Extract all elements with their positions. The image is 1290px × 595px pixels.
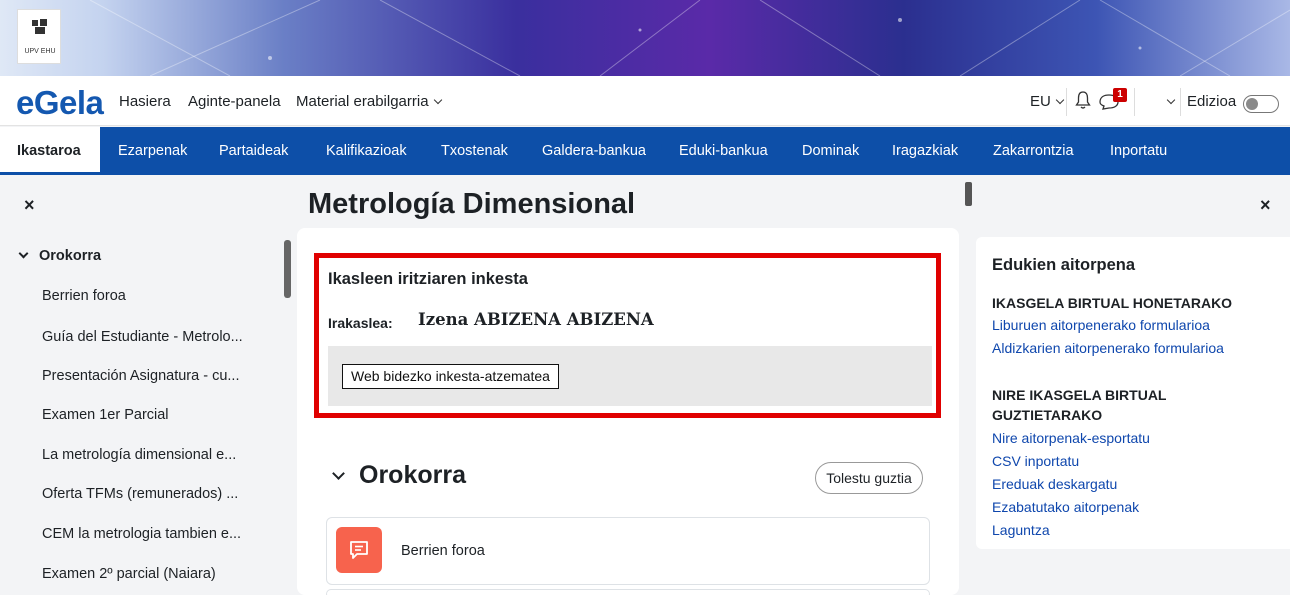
- block-heading: IKASGELA BIRTUAL HONETARAKO: [992, 295, 1233, 311]
- tab-iragazkiak[interactable]: Iragazkiak: [892, 127, 958, 175]
- tab-inportatu[interactable]: Inportatu: [1110, 127, 1167, 175]
- course-index-item[interactable]: La metrología dimensional e...: [42, 447, 282, 463]
- close-block-drawer-button[interactable]: ×: [1260, 195, 1271, 216]
- tab-ikastaroa[interactable]: Ikastaroa: [0, 127, 100, 175]
- page-title: Metrología Dimensional: [308, 188, 636, 220]
- header-banner: UPV EHU: [0, 0, 1290, 76]
- logo-caption: UPV EHU: [24, 48, 56, 55]
- notification-count-badge: 1: [1113, 88, 1127, 102]
- import-csv-link[interactable]: CSV inportatu: [992, 453, 1079, 469]
- teacher-name: Izena ABIZENA ABIZENA: [418, 310, 654, 329]
- activity-forum[interactable]: Berrien foroa: [326, 517, 930, 585]
- course-index-item[interactable]: Examen 2º parcial (Naiara): [42, 566, 282, 582]
- nav-link-home[interactable]: Hasiera: [119, 93, 171, 110]
- top-navbar: eGela Hasiera Aginte-panela Material era…: [0, 76, 1290, 126]
- nav-link-materials[interactable]: Material erabilgarria: [296, 93, 442, 110]
- tab-txostenak[interactable]: Txostenak: [441, 127, 508, 175]
- tab-zakarrontzia[interactable]: Zakarrontzia: [993, 127, 1074, 175]
- course-index-item[interactable]: Examen 1er Parcial: [42, 407, 282, 423]
- web-survey-button[interactable]: Web bidezko inkesta-atzematea: [342, 364, 559, 389]
- section-title: Orokorra: [359, 461, 466, 489]
- activity-name: Berrien foroa: [401, 543, 485, 559]
- activity-card[interactable]: [326, 589, 930, 595]
- toggle-knob: [1246, 98, 1258, 110]
- tab-kalifikazioak[interactable]: Kalifikazioak: [326, 127, 407, 175]
- main-scrollbar[interactable]: [965, 182, 972, 206]
- course-secondary-nav: Ikastaroa Ezarpenak Partaideak Kalifikaz…: [0, 127, 1290, 175]
- upv-ehu-logo-icon: [32, 19, 47, 34]
- block-heading: NIRE IKASGELA BIRTUAL: [992, 387, 1167, 403]
- student-survey-block: Ikasleen iritziaren inkesta Irakaslea: I…: [314, 253, 941, 418]
- university-logo[interactable]: UPV EHU: [17, 9, 61, 64]
- tab-partaideak[interactable]: Partaideak: [219, 127, 288, 175]
- course-index-section[interactable]: Orokorra: [18, 248, 102, 264]
- course-index-item[interactable]: Berrien foroa: [42, 288, 282, 304]
- survey-title: Ikasleen iritziaren inkesta: [328, 270, 528, 288]
- book-declaration-form-link[interactable]: Liburuen aitorpenerako formularioa: [992, 317, 1210, 333]
- deleted-declarations-link[interactable]: Ezabatutako aitorpenak: [992, 499, 1139, 515]
- divider: [1134, 88, 1135, 116]
- chevron-down-icon: [18, 248, 29, 259]
- tab-eduki-bankua[interactable]: Eduki-bankua: [679, 127, 768, 175]
- user-menu-toggle[interactable]: [1162, 93, 1176, 110]
- banner-decoration: [89, 0, 1290, 76]
- nav-link-materials-label: Material erabilgarria: [296, 93, 429, 110]
- forum-icon: [336, 527, 382, 573]
- edit-mode-toggle[interactable]: [1243, 95, 1279, 113]
- section-header[interactable]: Orokorra: [332, 461, 466, 490]
- chevron-down-icon: [332, 467, 345, 480]
- chevron-down-icon: [1055, 95, 1065, 105]
- tab-galdera-bankua[interactable]: Galdera-bankua: [542, 127, 646, 175]
- tab-ezarpenak[interactable]: Ezarpenak: [118, 127, 187, 175]
- forum-icon-glyph: [350, 541, 368, 559]
- close-course-index-button[interactable]: ×: [24, 195, 35, 216]
- course-index-scrollbar[interactable]: [284, 240, 291, 298]
- tab-dominak[interactable]: Dominak: [802, 127, 859, 175]
- chevron-down-icon: [433, 95, 442, 105]
- collapse-all-button[interactable]: Tolestu guztia: [815, 462, 923, 494]
- nav-link-dashboard[interactable]: Aginte-panela: [188, 93, 281, 110]
- help-link[interactable]: Laguntza: [992, 522, 1050, 538]
- block-heading: GUZTIETARAKO: [992, 407, 1103, 423]
- divider: [1180, 88, 1181, 116]
- block-title: Edukien aitorpena: [992, 256, 1136, 274]
- edit-mode-label: Edizioa: [1187, 93, 1237, 110]
- brand-logo[interactable]: eGela: [16, 84, 104, 122]
- download-templates-link[interactable]: Ereduak deskargatu: [992, 476, 1117, 492]
- course-index-item[interactable]: CEM la metrologia tambien e...: [42, 526, 282, 542]
- language-label: EU: [1030, 93, 1051, 110]
- divider: [1066, 88, 1067, 116]
- course-index-item[interactable]: Guía del Estudiante - Metrolo...: [42, 329, 282, 345]
- teacher-label: Irakaslea:: [328, 315, 393, 331]
- language-menu[interactable]: EU: [1030, 93, 1065, 110]
- content-declaration-block: Edukien aitorpena IKASGELA BIRTUAL HONET…: [976, 237, 1290, 549]
- chevron-down-icon: [1166, 95, 1176, 105]
- export-declarations-link[interactable]: Nire aitorpenak-esportatu: [992, 430, 1150, 446]
- course-index-item[interactable]: Oferta TFMs (remunerados) ...: [42, 486, 282, 502]
- journal-declaration-form-link[interactable]: Aldizkarien aitorpenerako formularioa: [992, 340, 1224, 356]
- course-index-item[interactable]: Presentación Asignatura - cu...: [42, 368, 282, 384]
- course-index-section-label: Orokorra: [39, 248, 102, 264]
- bell-icon[interactable]: [1075, 90, 1091, 110]
